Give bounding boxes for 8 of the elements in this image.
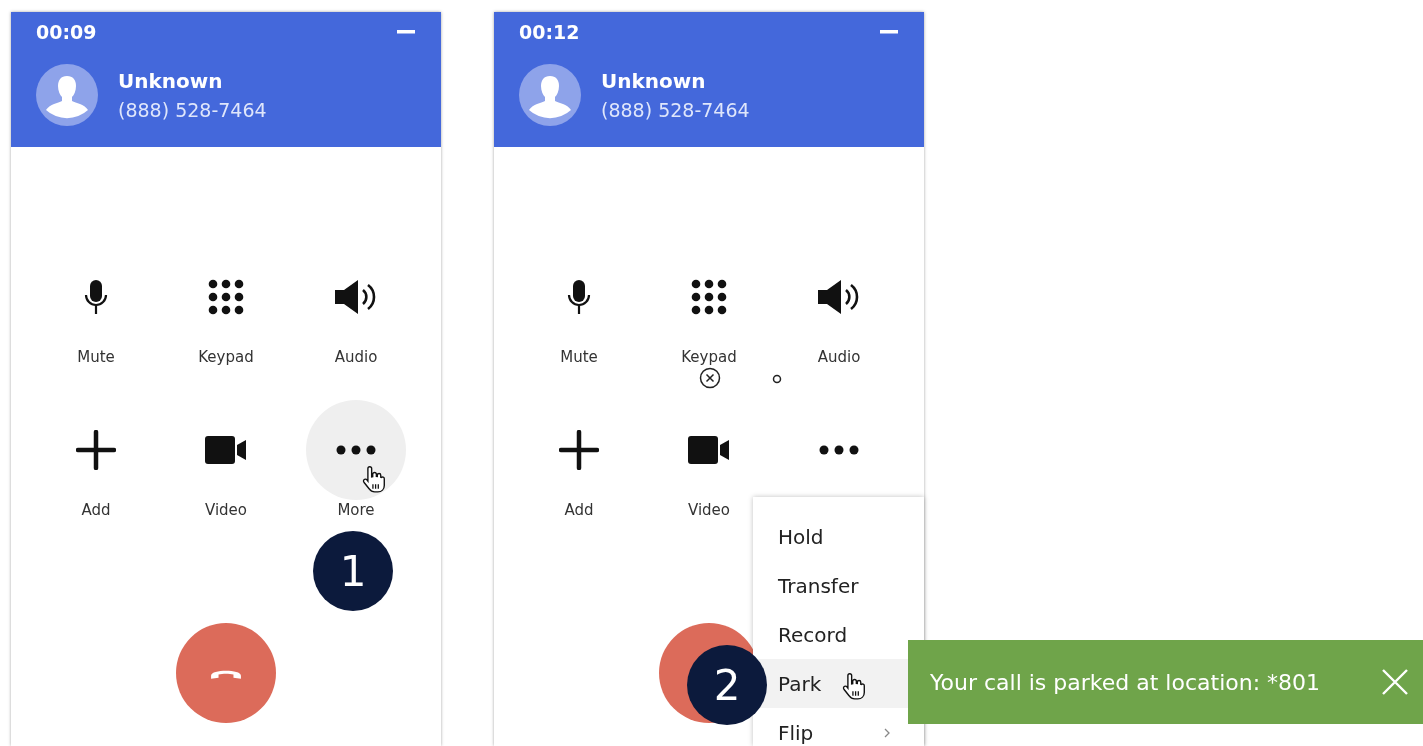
caller-number: (888) 528-7464 xyxy=(601,99,750,121)
toast-message: Your call is parked at location: *801 xyxy=(930,669,1321,695)
caller-name: Unknown xyxy=(601,69,707,93)
call-timer: 00:12 xyxy=(519,21,580,43)
caller-name: Unknown xyxy=(118,69,224,93)
call-timer: 00:09 xyxy=(36,21,97,43)
caller-number: (888) 528-7464 xyxy=(118,99,267,121)
step-badge: 1 xyxy=(313,531,393,611)
